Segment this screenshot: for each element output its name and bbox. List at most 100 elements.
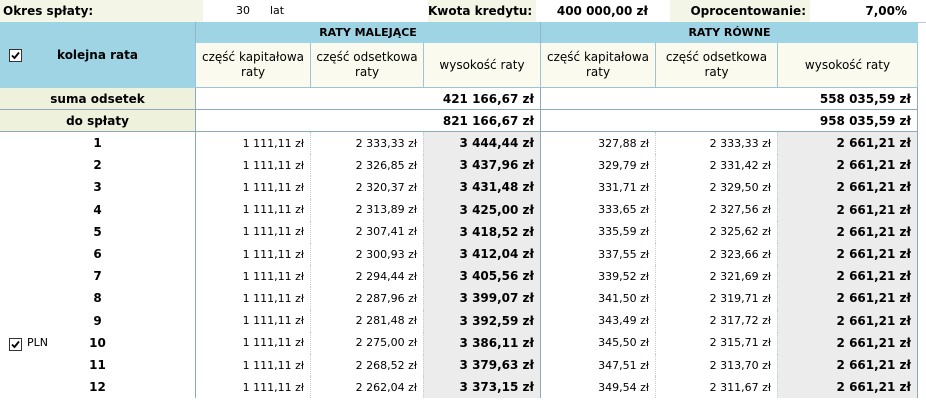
dec-installment-cell: 3 386,11 zł xyxy=(423,331,540,354)
dec-interest-header: część odsetkowa raty xyxy=(310,43,423,88)
table-row: 7 1 111,11 zł 2 294,44 zł 3 405,56 zł 339,52… xyxy=(0,265,918,288)
dec-installment-cell: 3 437,96 zł xyxy=(423,154,540,177)
amount-value[interactable]: 400 000,00 zł xyxy=(538,0,648,22)
table-row: 8 1 111,11 zł 2 287,96 zł 3 399,07 zł 341,50… xyxy=(0,287,918,310)
eq-interest-cell: 2 311,67 zł xyxy=(655,376,777,399)
period-label: Okres spłaty: xyxy=(0,0,203,22)
eq-interest-cell: 2 323,66 zł xyxy=(655,243,777,266)
dec-capital-cell: 1 111,11 zł xyxy=(195,309,310,332)
rate-label: Oprocentowanie: xyxy=(670,0,810,22)
eq-interest-header: część odsetkowa raty xyxy=(655,43,777,88)
eq-capital-cell: 329,79 zł xyxy=(540,154,655,177)
eq-installment-cell: 2 661,21 zł xyxy=(777,265,917,288)
eq-capital-cell: 341,50 zł xyxy=(540,287,655,310)
table-row: 12 1 111,11 zł 2 262,04 zł 3 373,15 zł 349,5… xyxy=(0,376,918,399)
interest-sum-equal: 558 035,59 zł xyxy=(540,88,918,110)
eq-interest-cell: 2 317,72 zł xyxy=(655,309,777,332)
period-value[interactable]: 30 xyxy=(200,0,250,22)
dec-capital-cell: 1 111,11 zł xyxy=(195,243,310,266)
dec-installment-cell: 3 405,56 zł xyxy=(423,265,540,288)
dec-installment-cell: 3 392,59 zł xyxy=(423,309,540,332)
table-row: 6 1 111,11 zł 2 300,93 zł 3 412,04 zł 337,55… xyxy=(0,243,918,266)
equal-section-title: RATY RÓWNE xyxy=(540,22,918,43)
dec-installment-cell: 3 425,00 zł xyxy=(423,198,540,221)
eq-capital-cell: 337,55 zł xyxy=(540,243,655,266)
eq-installment-cell: 2 661,21 zł xyxy=(777,287,917,310)
interest-sum-label: suma odsetek xyxy=(0,88,195,110)
table-row: 4 1 111,11 zł 2 313,89 zł 3 425,00 zł 333,65… xyxy=(0,198,918,221)
table-row: 11 1 111,11 zł 2 268,52 zł 3 379,63 zł 347,5… xyxy=(0,354,918,377)
dec-capital-cell: 1 111,11 zł xyxy=(195,354,310,377)
dec-capital-cell: 1 111,11 zł xyxy=(195,154,310,177)
table-row: 11 111,11 zł 2 333,33 zł 3 444,44 zł 327,88… xyxy=(0,132,918,155)
table-row: 5 1 111,11 zł 2 307,41 zł 3 418,52 zł 335,59… xyxy=(0,220,918,243)
select-all-checkbox[interactable] xyxy=(9,49,22,62)
dec-installment-cell: 3 444,44 zł xyxy=(423,132,540,155)
eq-installment-cell: 2 661,21 zł xyxy=(777,376,917,399)
dec-installment-cell: 3 431,48 zł xyxy=(423,176,540,199)
amount-label: Kwota kredytu: xyxy=(428,0,536,22)
eq-interest-cell: 2 333,33 zł xyxy=(655,132,777,155)
currency-label: PLN xyxy=(27,336,48,349)
eq-capital-cell: 347,51 zł xyxy=(540,354,655,377)
eq-installment-header: wysokość raty xyxy=(777,43,918,88)
dec-interest-cell: 2 287,96 zł xyxy=(310,287,423,310)
dec-interest-cell: 2 300,93 zł xyxy=(310,243,423,266)
eq-interest-cell: 2 331,42 zł xyxy=(655,154,777,177)
dec-capital-cell: 1 111,11 zł xyxy=(195,176,310,199)
dec-interest-cell: 2 268,52 zł xyxy=(310,354,423,377)
dec-capital-cell: 1 111,11 zł xyxy=(195,265,310,288)
currency-checkbox[interactable] xyxy=(9,338,22,351)
eq-interest-cell: 2 325,62 zł xyxy=(655,220,777,243)
eq-capital-cell: 331,71 zł xyxy=(540,176,655,199)
loan-schedule-sheet: Okres spłaty: 30 lat Kwota kredytu: 400 … xyxy=(0,0,926,400)
installment-number: 9 xyxy=(93,313,102,328)
divider xyxy=(917,132,918,398)
eq-interest-cell: 2 329,50 zł xyxy=(655,176,777,199)
dec-capital-cell: 1 111,11 zł xyxy=(195,287,310,310)
installment-number: 2 xyxy=(93,158,102,173)
eq-installment-cell: 2 661,21 zł xyxy=(777,354,917,377)
eq-interest-cell: 2 319,71 zł xyxy=(655,287,777,310)
installment-number: 1 xyxy=(93,136,102,151)
eq-installment-cell: 2 661,21 zł xyxy=(777,154,917,177)
header-row: kolejna rata RATY MALEJĄCE RATY RÓWNE cz… xyxy=(0,22,918,88)
total-equal: 958 035,59 zł xyxy=(540,110,918,132)
dec-installment-cell: 3 418,52 zł xyxy=(423,220,540,243)
installment-number: 3 xyxy=(93,180,102,195)
installment-header: kolejna rata xyxy=(57,48,138,62)
dec-interest-cell: 2 294,44 zł xyxy=(310,265,423,288)
eq-interest-cell: 2 321,69 zł xyxy=(655,265,777,288)
total-decreasing: 821 166,67 zł xyxy=(195,110,540,132)
eq-installment-cell: 2 661,21 zł xyxy=(777,198,917,221)
dec-interest-cell: 2 281,48 zł xyxy=(310,309,423,332)
divider xyxy=(540,132,541,398)
interest-sum-row: suma odsetek 421 166,67 zł 558 035,59 zł xyxy=(0,88,918,110)
checkmark-icon xyxy=(11,51,20,60)
period-unit: lat xyxy=(270,4,285,17)
eq-interest-cell: 2 313,70 zł xyxy=(655,354,777,377)
divider xyxy=(195,132,196,398)
dec-installment-cell: 3 412,04 zł xyxy=(423,243,540,266)
eq-installment-cell: 2 661,21 zł xyxy=(777,176,917,199)
eq-capital-cell: 327,88 zł xyxy=(540,132,655,155)
eq-capital-cell: 345,50 zł xyxy=(540,331,655,354)
dec-interest-cell: 2 262,04 zł xyxy=(310,376,423,399)
total-label: do spłaty xyxy=(0,110,195,132)
installment-number: 12 xyxy=(89,380,106,395)
checkmark-icon xyxy=(11,340,20,349)
table-row: 2 1 111,11 zł 2 326,85 zł 3 437,96 zł 329,79… xyxy=(0,154,918,177)
decreasing-section-title: RATY MALEJĄCE xyxy=(195,22,540,43)
installment-number: 6 xyxy=(93,247,102,262)
table-row: 3 1 111,11 zł 2 320,37 zł 3 431,48 zł 331,71… xyxy=(0,176,918,199)
dec-installment-cell: 3 373,15 zł xyxy=(423,376,540,399)
eq-capital-cell: 335,59 zł xyxy=(540,220,655,243)
dec-interest-cell: 2 313,89 zł xyxy=(310,198,423,221)
installment-number: 7 xyxy=(93,269,102,284)
dec-capital-cell: 1 111,11 zł xyxy=(195,220,310,243)
dec-capital-cell: 1 111,11 zł xyxy=(195,376,310,399)
rate-value[interactable]: 7,00% xyxy=(810,0,907,22)
eq-installment-cell: 2 661,21 zł xyxy=(777,309,917,332)
dec-capital-header: część kapitałowa raty xyxy=(195,43,310,88)
dec-interest-cell: 2 333,33 zł xyxy=(310,132,423,155)
